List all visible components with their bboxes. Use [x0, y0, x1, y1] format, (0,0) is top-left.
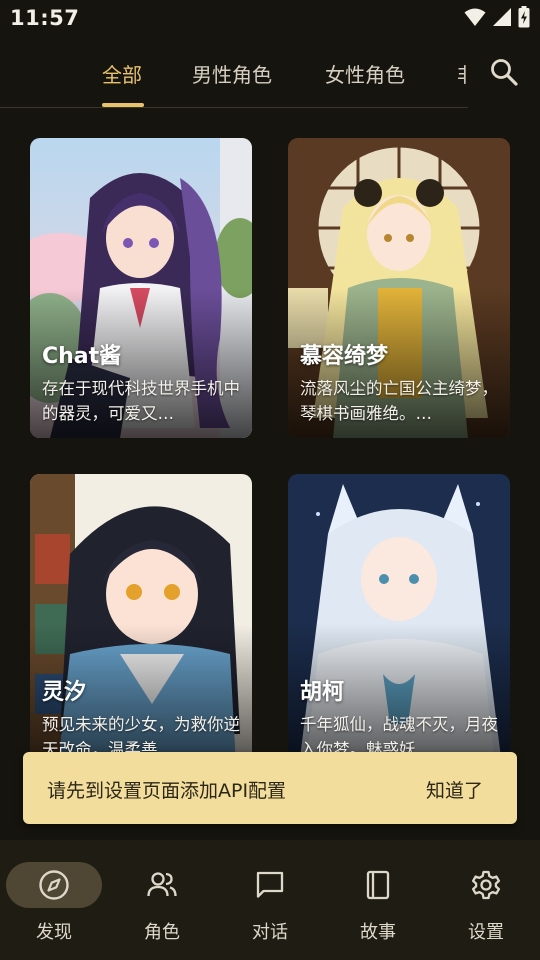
character-card-huke[interactable]: 胡柯 千年狐仙，战魂不灭，月夜入你梦。魅惑妖…: [288, 474, 510, 774]
nav-label: 发现: [36, 922, 72, 943]
character-description: 流落风尘的亡国公主绮梦，琴棋书画雅绝。…: [300, 379, 498, 423]
bottom-navigation: 发现 角色 对话 故事 设置: [0, 840, 540, 960]
nav-label: 设置: [468, 922, 504, 943]
nav-label: 对话: [252, 922, 288, 943]
snackbar-message: 请先到设置页面添加API配置: [47, 780, 287, 802]
category-tab-bar: 全部 男性角色 女性角色 非: [0, 44, 468, 108]
chat-bubble-icon: [256, 871, 284, 898]
character-name: Chat酱: [42, 344, 122, 369]
character-name: 慕容绮梦: [300, 344, 389, 369]
status-time: 11:57: [10, 6, 80, 30]
nav-item-chat[interactable]: 对话: [216, 840, 324, 960]
nav-label: 故事: [360, 922, 396, 943]
character-name: 灵汐: [42, 680, 87, 705]
tab-female-characters[interactable]: 女性角色: [325, 59, 405, 88]
wifi-icon: [464, 8, 486, 26]
tab-male-characters[interactable]: 男性角色: [192, 59, 272, 88]
api-config-snackbar: 请先到设置页面添加API配置 知道了: [23, 752, 517, 824]
character-name: 胡柯: [300, 680, 345, 705]
nav-label: 角色: [144, 922, 180, 943]
character-card-chat[interactable]: Chat酱 存在于现代科技世界手机中的器灵，可爱又…: [30, 138, 252, 438]
book-icon: [366, 870, 390, 900]
people-icon: [147, 872, 177, 897]
nav-item-characters[interactable]: 角色: [108, 840, 216, 960]
signal-icon: [493, 8, 511, 26]
nav-item-settings[interactable]: 设置: [432, 840, 540, 960]
nav-item-stories[interactable]: 故事: [324, 840, 432, 960]
status-bar: 11:57: [0, 0, 540, 36]
search-icon: [491, 59, 518, 86]
gear-icon: [471, 870, 501, 900]
character-description: 存在于现代科技世界手机中的器灵，可爱又…: [42, 379, 240, 423]
tab-all[interactable]: 全部: [102, 59, 142, 88]
battery-charging-icon: [518, 6, 530, 28]
search-button[interactable]: [484, 52, 524, 92]
character-card-lingxi[interactable]: 灵汐 预见未来的少女，为救你逆天改命，温柔善…: [30, 474, 252, 774]
tab-partial-next[interactable]: 非: [457, 59, 468, 88]
tab-active-indicator: [102, 103, 144, 107]
character-card-murong-qimeng[interactable]: 慕容绮梦 流落风尘的亡国公主绮梦，琴棋书画雅绝。…: [288, 138, 510, 438]
nav-item-discover[interactable]: 发现: [0, 840, 108, 960]
snackbar-dismiss-button[interactable]: 知道了: [426, 776, 483, 803]
compass-icon: [39, 870, 69, 900]
status-icons: [464, 6, 530, 28]
